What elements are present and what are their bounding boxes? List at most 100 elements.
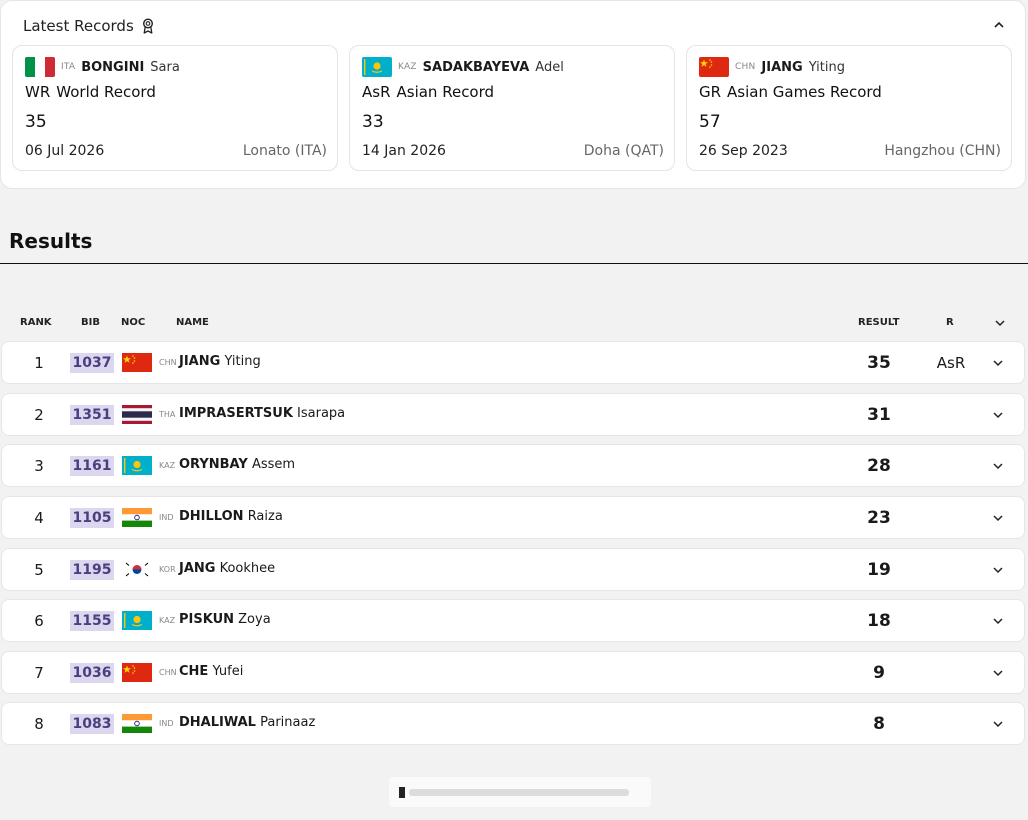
row-noc: KAZ [159, 616, 176, 625]
row-result: 8 [873, 714, 885, 734]
record-athlete: KAZ SADAKBAYEVA Adel [362, 57, 564, 77]
table-row[interactable]: 4 1105 IND DHILLON Raiza 23 [1, 496, 1025, 539]
table-row[interactable]: 2 1351 THA IMPRASERTSUK Isarapa 31 [1, 393, 1025, 436]
row-rank: 3 [34, 457, 44, 475]
latest-records-title: Latest Records [23, 17, 134, 35]
record-place: Lonato (ITA) [242, 143, 327, 159]
record-noc: ITA [61, 62, 76, 72]
row-bib: 1351 [70, 405, 114, 425]
header-name: NAME [176, 317, 209, 328]
row-bib: 1161 [70, 456, 114, 476]
record-athlete: CHN JIANG Yiting [699, 57, 845, 77]
record-abbr: AsR [362, 83, 391, 101]
chevron-down-icon[interactable] [992, 719, 1004, 729]
results-title: Results [9, 229, 93, 253]
header-result: RESULT [858, 317, 900, 328]
row-given-name: Raiza [247, 509, 283, 524]
row-family-name: ORYNBAY [179, 457, 248, 472]
record-given-name: Sara [150, 59, 180, 75]
row-bib: 1155 [70, 611, 114, 631]
row-athlete-name[interactable]: PISKUN Zoya [179, 612, 271, 627]
flag-ita-icon [25, 57, 55, 77]
chevron-down-icon[interactable] [992, 513, 1004, 523]
header-rank: RANK [20, 317, 52, 328]
record-type: GR Asian Games Record [699, 83, 882, 101]
record-given-name: Adel [535, 59, 564, 75]
chevron-down-icon[interactable] [992, 410, 1004, 420]
row-athlete-name[interactable]: IMPRASERTSUK Isarapa [179, 406, 345, 421]
record-date: 26 Sep 2023 [699, 143, 788, 159]
record-card-asian[interactable]: KAZ SADAKBAYEVA Adel AsR Asian Record 33 … [349, 45, 675, 171]
latest-records-panel: Latest Records ITA BONGINI Sara WR World … [0, 0, 1026, 189]
record-type-label: World Record [56, 83, 156, 101]
chevron-down-icon[interactable] [992, 616, 1004, 626]
row-noc: IND [159, 513, 174, 522]
row-rank: 8 [34, 715, 44, 733]
record-athlete: ITA BONGINI Sara [25, 57, 180, 77]
row-family-name: IMPRASERTSUK [179, 406, 293, 421]
row-result: 28 [867, 456, 891, 476]
chevron-down-icon[interactable] [992, 461, 1004, 471]
row-athlete-name[interactable]: CHE Yufei [179, 664, 243, 679]
row-athlete-name[interactable]: JIANG Yiting [179, 354, 261, 369]
flag-tha-icon [122, 405, 152, 424]
row-athlete-name[interactable]: DHALIWAL Parinaaz [179, 715, 315, 730]
row-noc: KAZ [159, 461, 176, 470]
row-given-name: Assem [251, 457, 296, 472]
header-record: R [946, 317, 954, 328]
row-record: AsR [936, 354, 966, 372]
row-bib: 1036 [70, 663, 114, 683]
record-card-world[interactable]: ITA BONGINI Sara WR World Record 35 06 Ju… [12, 45, 338, 171]
table-row[interactable]: 1 1037 CHN JIANG Yiting 35 AsR [1, 341, 1025, 384]
row-result: 9 [873, 663, 885, 683]
record-family-name: BONGINI [81, 59, 145, 75]
row-rank: 5 [34, 561, 44, 579]
table-row[interactable]: 5 1195 KOR JANG Kookhee 19 [1, 548, 1025, 591]
row-athlete-name[interactable]: ORYNBAY Assem [179, 457, 295, 472]
flag-ind-icon [122, 508, 152, 527]
row-family-name: DHALIWAL [179, 715, 256, 730]
chevron-down-icon[interactable] [992, 668, 1004, 678]
row-rank: 7 [34, 664, 44, 682]
record-type-label: Asian Record [396, 83, 495, 101]
chevron-down-icon[interactable] [992, 565, 1004, 575]
row-rank: 4 [34, 509, 44, 527]
row-bib: 1105 [70, 508, 114, 528]
row-given-name: Isarapa [297, 406, 346, 421]
row-noc: IND [159, 719, 174, 728]
blurred-watermark-icon [399, 787, 629, 798]
blurred-watermark [389, 777, 651, 807]
row-bib: 1195 [70, 560, 114, 580]
table-row[interactable]: 8 1083 IND DHALIWAL Parinaaz 8 [1, 702, 1025, 745]
table-row[interactable]: 6 1155 KAZ PISKUN Zoya 18 [1, 599, 1025, 642]
latest-records-header[interactable]: Latest Records [23, 17, 154, 35]
row-noc: CHN [159, 358, 177, 367]
record-place: Doha (QAT) [583, 143, 664, 159]
record-family-name: SADAKBAYEVA [422, 59, 530, 75]
row-family-name: CHE [179, 664, 209, 679]
row-given-name: Yufei [212, 664, 244, 679]
row-athlete-name[interactable]: JANG Kookhee [179, 561, 275, 576]
table-row[interactable]: 7 1036 CHN CHE Yufei 9 [1, 651, 1025, 694]
row-result: 31 [867, 405, 891, 425]
flag-kaz-icon [122, 456, 152, 475]
row-result: 19 [867, 560, 891, 580]
record-noc: CHN [735, 62, 756, 72]
chevron-down-icon[interactable] [992, 358, 1004, 368]
row-athlete-name[interactable]: DHILLON Raiza [179, 509, 283, 524]
record-family-name: JIANG [761, 59, 803, 75]
row-noc: KOR [159, 565, 176, 574]
row-rank: 6 [34, 612, 44, 630]
record-date: 14 Jan 2026 [362, 143, 446, 159]
record-place: Hangzhou (CHN) [884, 143, 1001, 159]
table-row[interactable]: 3 1161 KAZ ORYNBAY Assem 28 [1, 444, 1025, 487]
row-family-name: DHILLON [179, 509, 244, 524]
record-card-games[interactable]: CHN JIANG Yiting GR Asian Games Record 57… [686, 45, 1012, 171]
flag-kaz-icon [122, 611, 152, 630]
chevron-up-icon[interactable] [993, 19, 1005, 31]
results-divider [0, 263, 1028, 264]
results-table-header: RANK BIB NOC NAME RESULT R [0, 317, 1028, 331]
expand-all-chevron-icon[interactable] [994, 318, 1006, 328]
flag-kaz-icon [362, 57, 392, 77]
flag-kor-icon [122, 560, 152, 579]
